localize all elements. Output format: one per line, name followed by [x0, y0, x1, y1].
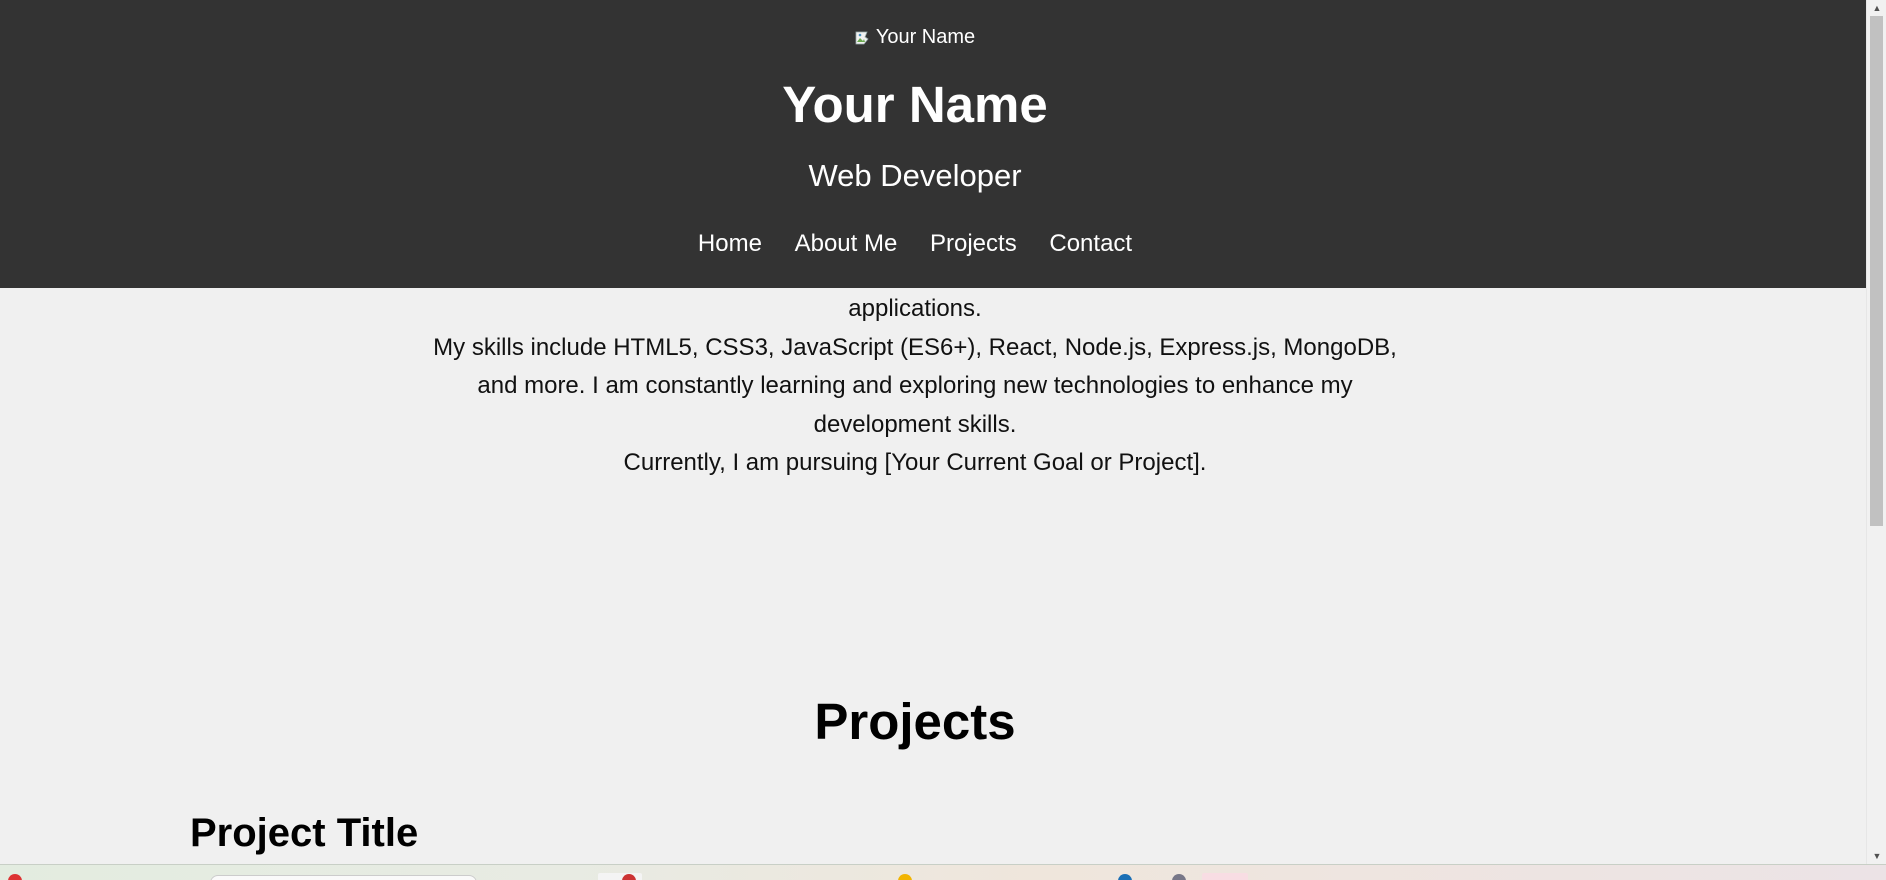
projects-heading: Projects: [814, 693, 1016, 750]
taskbar-app-icon[interactable]: [1118, 874, 1132, 880]
about-line: applications.: [848, 295, 982, 322]
nav-link-contact[interactable]: Contact: [1049, 230, 1132, 257]
about-line: development skills.: [813, 410, 1017, 438]
os-taskbar: [0, 864, 1886, 880]
site-title: Your Name: [782, 76, 1048, 133]
vertical-scrollbar[interactable]: ▲ ▼: [1866, 0, 1886, 864]
site-header: Your Name Your Name Web Developer Home A…: [0, 0, 1866, 288]
taskbar-app-icon[interactable]: [1202, 873, 1248, 880]
site-subtitle: Web Developer: [808, 158, 1022, 193]
nav-link-projects[interactable]: Projects: [930, 230, 1017, 257]
about-line: Currently, I am pursuing [Your Current G…: [623, 449, 1207, 476]
scroll-up-arrow-icon[interactable]: ▲: [1867, 0, 1886, 16]
scroll-down-arrow-icon[interactable]: ▼: [1867, 848, 1886, 864]
broken-image-icon: [855, 26, 875, 45]
nav-link-home[interactable]: Home: [698, 230, 762, 257]
taskbar-app-icon[interactable]: [898, 874, 912, 880]
nav-link-about-me[interactable]: About Me: [795, 230, 898, 257]
taskbar-app-icon[interactable]: [1172, 874, 1186, 880]
scrollbar-thumb[interactable]: [1870, 16, 1883, 526]
main-nav: Home About Me Projects Contact: [0, 229, 1830, 259]
about-line: My skills include HTML5, CSS3, JavaScrip…: [433, 333, 1397, 361]
about-line: and more. I am constantly learning and e…: [477, 372, 1353, 399]
project-title: Project Title: [190, 811, 419, 855]
browser-viewport: Your Name Your Name Web Developer Home A…: [0, 0, 1866, 864]
about-section: applications. My skills include HTML5, C…: [415, 290, 1415, 483]
taskbar-search-box[interactable]: [210, 875, 477, 880]
taskbar-app-icon[interactable]: [8, 874, 22, 880]
profile-image: Your Name: [0, 24, 1830, 50]
profile-image-alt-text: Your Name: [875, 26, 976, 48]
